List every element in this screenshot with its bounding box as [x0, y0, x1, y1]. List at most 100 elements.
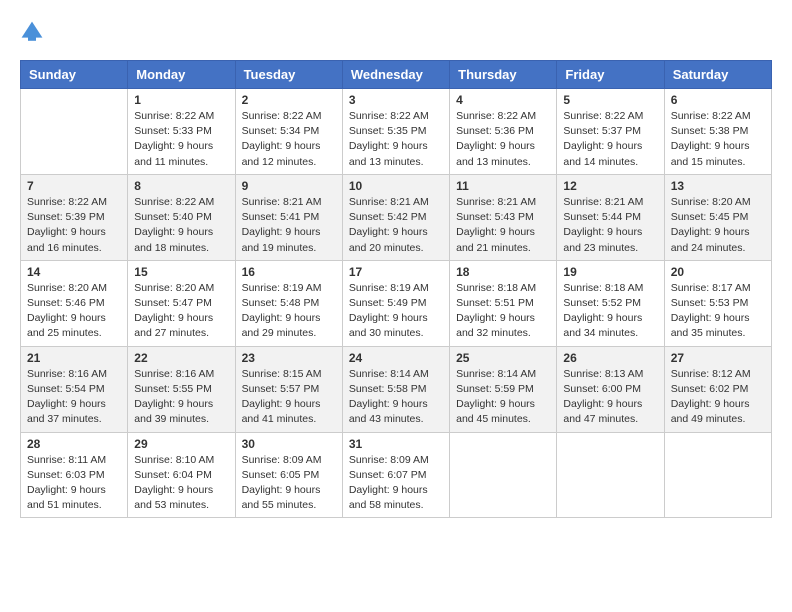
- weekday-header-thursday: Thursday: [450, 61, 557, 89]
- sunset: Sunset: 5:41 PM: [242, 211, 320, 223]
- daylight: Daylight: 9 hours and 21 minutes.: [456, 226, 535, 253]
- calendar-cell: 14 Sunrise: 8:20 AM Sunset: 5:46 PM Dayl…: [21, 260, 128, 346]
- week-row-5: 28 Sunrise: 8:11 AM Sunset: 6:03 PM Dayl…: [21, 432, 772, 518]
- day-number: 25: [456, 351, 550, 365]
- calendar-cell: 23 Sunrise: 8:15 AM Sunset: 5:57 PM Dayl…: [235, 346, 342, 432]
- daylight: Daylight: 9 hours and 58 minutes.: [349, 484, 428, 511]
- cell-content: Sunrise: 8:22 AM Sunset: 5:40 PM Dayligh…: [134, 195, 228, 256]
- sunset: Sunset: 5:45 PM: [671, 211, 749, 223]
- sunset: Sunset: 5:53 PM: [671, 297, 749, 309]
- calendar-table: SundayMondayTuesdayWednesdayThursdayFrid…: [20, 60, 772, 518]
- cell-content: Sunrise: 8:22 AM Sunset: 5:36 PM Dayligh…: [456, 109, 550, 170]
- cell-content: Sunrise: 8:09 AM Sunset: 6:07 PM Dayligh…: [349, 453, 443, 514]
- cell-content: Sunrise: 8:13 AM Sunset: 6:00 PM Dayligh…: [563, 367, 657, 428]
- sunrise: Sunrise: 8:16 AM: [134, 368, 214, 380]
- sunset: Sunset: 5:59 PM: [456, 383, 534, 395]
- sunrise: Sunrise: 8:13 AM: [563, 368, 643, 380]
- day-number: 28: [27, 437, 121, 451]
- sunrise: Sunrise: 8:21 AM: [456, 196, 536, 208]
- cell-content: Sunrise: 8:14 AM Sunset: 5:59 PM Dayligh…: [456, 367, 550, 428]
- daylight: Daylight: 9 hours and 15 minutes.: [671, 140, 750, 167]
- sunrise: Sunrise: 8:22 AM: [671, 110, 751, 122]
- calendar-cell: 28 Sunrise: 8:11 AM Sunset: 6:03 PM Dayl…: [21, 432, 128, 518]
- cell-content: Sunrise: 8:17 AM Sunset: 5:53 PM Dayligh…: [671, 281, 765, 342]
- calendar-cell: 6 Sunrise: 8:22 AM Sunset: 5:38 PM Dayli…: [664, 89, 771, 175]
- sunrise: Sunrise: 8:22 AM: [349, 110, 429, 122]
- weekday-header-wednesday: Wednesday: [342, 61, 449, 89]
- calendar-cell: 20 Sunrise: 8:17 AM Sunset: 5:53 PM Dayl…: [664, 260, 771, 346]
- cell-content: Sunrise: 8:22 AM Sunset: 5:35 PM Dayligh…: [349, 109, 443, 170]
- daylight: Daylight: 9 hours and 14 minutes.: [563, 140, 642, 167]
- calendar-cell: 27 Sunrise: 8:12 AM Sunset: 6:02 PM Dayl…: [664, 346, 771, 432]
- cell-content: Sunrise: 8:21 AM Sunset: 5:42 PM Dayligh…: [349, 195, 443, 256]
- daylight: Daylight: 9 hours and 49 minutes.: [671, 398, 750, 425]
- sunrise: Sunrise: 8:22 AM: [456, 110, 536, 122]
- daylight: Daylight: 9 hours and 18 minutes.: [134, 226, 213, 253]
- logo: [20, 20, 48, 44]
- calendar-cell: 24 Sunrise: 8:14 AM Sunset: 5:58 PM Dayl…: [342, 346, 449, 432]
- sunrise: Sunrise: 8:22 AM: [242, 110, 322, 122]
- sunset: Sunset: 5:46 PM: [27, 297, 105, 309]
- calendar-cell: 2 Sunrise: 8:22 AM Sunset: 5:34 PM Dayli…: [235, 89, 342, 175]
- week-row-2: 7 Sunrise: 8:22 AM Sunset: 5:39 PM Dayli…: [21, 174, 772, 260]
- cell-content: Sunrise: 8:14 AM Sunset: 5:58 PM Dayligh…: [349, 367, 443, 428]
- daylight: Daylight: 9 hours and 51 minutes.: [27, 484, 106, 511]
- weekday-header-monday: Monday: [128, 61, 235, 89]
- calendar-cell: 18 Sunrise: 8:18 AM Sunset: 5:51 PM Dayl…: [450, 260, 557, 346]
- week-row-1: 1 Sunrise: 8:22 AM Sunset: 5:33 PM Dayli…: [21, 89, 772, 175]
- calendar-cell: 5 Sunrise: 8:22 AM Sunset: 5:37 PM Dayli…: [557, 89, 664, 175]
- sunrise: Sunrise: 8:22 AM: [134, 110, 214, 122]
- sunset: Sunset: 5:48 PM: [242, 297, 320, 309]
- calendar-cell: 21 Sunrise: 8:16 AM Sunset: 5:54 PM Dayl…: [21, 346, 128, 432]
- daylight: Daylight: 9 hours and 23 minutes.: [563, 226, 642, 253]
- sunrise: Sunrise: 8:22 AM: [563, 110, 643, 122]
- cell-content: Sunrise: 8:22 AM Sunset: 5:37 PM Dayligh…: [563, 109, 657, 170]
- day-number: 27: [671, 351, 765, 365]
- sunset: Sunset: 5:47 PM: [134, 297, 212, 309]
- sunrise: Sunrise: 8:15 AM: [242, 368, 322, 380]
- sunset: Sunset: 5:55 PM: [134, 383, 212, 395]
- cell-content: Sunrise: 8:11 AM Sunset: 6:03 PM Dayligh…: [27, 453, 121, 514]
- sunrise: Sunrise: 8:19 AM: [242, 282, 322, 294]
- sunset: Sunset: 5:35 PM: [349, 125, 427, 137]
- daylight: Daylight: 9 hours and 35 minutes.: [671, 312, 750, 339]
- calendar-cell: 30 Sunrise: 8:09 AM Sunset: 6:05 PM Dayl…: [235, 432, 342, 518]
- sunset: Sunset: 6:02 PM: [671, 383, 749, 395]
- daylight: Daylight: 9 hours and 13 minutes.: [349, 140, 428, 167]
- sunset: Sunset: 5:40 PM: [134, 211, 212, 223]
- day-number: 24: [349, 351, 443, 365]
- weekday-header-friday: Friday: [557, 61, 664, 89]
- sunrise: Sunrise: 8:22 AM: [134, 196, 214, 208]
- day-number: 22: [134, 351, 228, 365]
- sunset: Sunset: 5:44 PM: [563, 211, 641, 223]
- sunset: Sunset: 5:51 PM: [456, 297, 534, 309]
- calendar-cell: 31 Sunrise: 8:09 AM Sunset: 6:07 PM Dayl…: [342, 432, 449, 518]
- day-number: 17: [349, 265, 443, 279]
- daylight: Daylight: 9 hours and 43 minutes.: [349, 398, 428, 425]
- sunset: Sunset: 6:05 PM: [242, 469, 320, 481]
- calendar-cell: 1 Sunrise: 8:22 AM Sunset: 5:33 PM Dayli…: [128, 89, 235, 175]
- calendar-cell: 11 Sunrise: 8:21 AM Sunset: 5:43 PM Dayl…: [450, 174, 557, 260]
- daylight: Daylight: 9 hours and 12 minutes.: [242, 140, 321, 167]
- sunrise: Sunrise: 8:21 AM: [349, 196, 429, 208]
- sunset: Sunset: 5:38 PM: [671, 125, 749, 137]
- calendar-cell: 26 Sunrise: 8:13 AM Sunset: 6:00 PM Dayl…: [557, 346, 664, 432]
- sunset: Sunset: 5:42 PM: [349, 211, 427, 223]
- day-number: 1: [134, 93, 228, 107]
- day-number: 23: [242, 351, 336, 365]
- calendar-cell: 25 Sunrise: 8:14 AM Sunset: 5:59 PM Dayl…: [450, 346, 557, 432]
- sunset: Sunset: 6:04 PM: [134, 469, 212, 481]
- sunset: Sunset: 5:39 PM: [27, 211, 105, 223]
- day-number: 26: [563, 351, 657, 365]
- day-number: 11: [456, 179, 550, 193]
- logo-icon: [20, 20, 44, 44]
- sunset: Sunset: 5:33 PM: [134, 125, 212, 137]
- day-number: 18: [456, 265, 550, 279]
- cell-content: Sunrise: 8:21 AM Sunset: 5:44 PM Dayligh…: [563, 195, 657, 256]
- calendar-cell: [557, 432, 664, 518]
- sunrise: Sunrise: 8:18 AM: [456, 282, 536, 294]
- sunrise: Sunrise: 8:20 AM: [671, 196, 751, 208]
- sunset: Sunset: 5:58 PM: [349, 383, 427, 395]
- cell-content: Sunrise: 8:16 AM Sunset: 5:55 PM Dayligh…: [134, 367, 228, 428]
- sunrise: Sunrise: 8:21 AM: [242, 196, 322, 208]
